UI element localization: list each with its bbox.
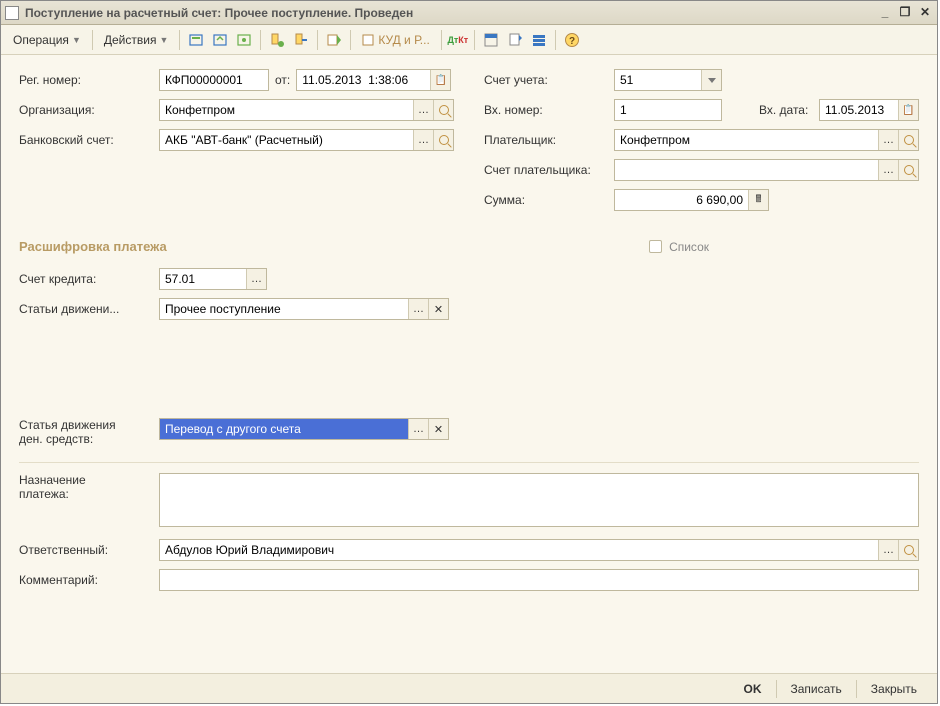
move-field[interactable]: … ✕ — [159, 298, 449, 320]
toolbar-btn-7[interactable] — [480, 29, 502, 51]
calculator-icon[interactable]: 🖩 — [748, 190, 768, 210]
ellipsis-icon[interactable]: … — [246, 269, 266, 289]
close-window-button[interactable]: ✕ — [917, 6, 933, 20]
dds-field[interactable]: … ✕ — [159, 418, 449, 440]
responsible-field[interactable]: … — [159, 539, 919, 561]
payer-label: Плательщик: — [484, 133, 614, 147]
toolbar-btn-1[interactable] — [185, 29, 207, 51]
title-bar: Поступление на расчетный счет: Прочее по… — [1, 1, 937, 25]
in-no-field[interactable] — [614, 99, 722, 121]
minimize-button[interactable]: _ — [877, 6, 893, 20]
toolbar-btn-5[interactable] — [290, 29, 312, 51]
credit-field[interactable]: … — [159, 268, 267, 290]
ellipsis-icon[interactable]: … — [413, 130, 433, 150]
credit-label: Счет кредита: — [19, 272, 159, 286]
search-icon[interactable] — [433, 130, 453, 150]
toolbar-btn-6[interactable] — [323, 29, 345, 51]
comment-field[interactable] — [159, 569, 919, 591]
ellipsis-icon[interactable]: … — [408, 419, 428, 439]
dds-label: Статья движения ден. средств: — [19, 418, 159, 446]
maximize-button[interactable]: ❐ — [897, 6, 913, 20]
actions-menu[interactable]: Действия▼ — [98, 30, 175, 50]
account-field[interactable] — [614, 69, 722, 91]
dropdown-icon[interactable] — [701, 70, 721, 90]
ellipsis-icon[interactable]: … — [878, 130, 898, 150]
ellipsis-icon[interactable]: … — [413, 100, 433, 120]
datetime-field[interactable]: 📋 — [296, 69, 451, 91]
svg-text:?: ? — [569, 36, 575, 47]
calendar-icon[interactable]: 📋 — [430, 70, 450, 90]
ellipsis-icon[interactable]: … — [408, 299, 428, 319]
sum-label: Сумма: — [484, 193, 614, 207]
sum-field[interactable]: 🖩 — [614, 189, 769, 211]
payer-acct-label: Счет плательщика: — [484, 163, 614, 177]
search-icon[interactable] — [898, 130, 918, 150]
search-icon[interactable] — [898, 540, 918, 560]
operation-menu[interactable]: Операция▼ — [7, 30, 87, 50]
ellipsis-icon[interactable]: … — [878, 540, 898, 560]
reg-number-field[interactable] — [159, 69, 269, 91]
purpose-field[interactable] — [159, 473, 919, 527]
clear-icon[interactable]: ✕ — [428, 419, 448, 439]
from-label: от: — [275, 73, 290, 87]
purpose-label: Назначение платежа: — [19, 473, 159, 501]
search-icon[interactable] — [898, 160, 918, 180]
bank-field[interactable]: … — [159, 129, 454, 151]
document-icon — [5, 6, 19, 20]
clear-icon[interactable]: ✕ — [428, 299, 448, 319]
toolbar-dtkt-icon[interactable]: ДтКт — [447, 29, 469, 51]
section-title: Расшифровка платежа — [19, 239, 167, 254]
comment-label: Комментарий: — [19, 573, 159, 587]
payer-acct-field[interactable]: … — [614, 159, 919, 181]
kudir-button[interactable]: КУД и Р... — [356, 30, 435, 50]
toolbar-btn-3[interactable] — [233, 29, 255, 51]
calendar-icon[interactable]: 📋 — [898, 100, 918, 120]
search-icon[interactable] — [433, 100, 453, 120]
payer-field[interactable]: … — [614, 129, 919, 151]
ok-button[interactable]: OK — [734, 679, 772, 699]
close-button[interactable]: Закрыть — [861, 679, 927, 699]
toolbar-btn-9[interactable] — [528, 29, 550, 51]
org-field[interactable]: … — [159, 99, 454, 121]
responsible-label: Ответственный: — [19, 543, 159, 557]
in-date-field[interactable]: 📋 — [819, 99, 919, 121]
help-icon[interactable]: ? — [561, 29, 583, 51]
window-title: Поступление на расчетный счет: Прочее по… — [25, 6, 413, 20]
toolbar-btn-2[interactable] — [209, 29, 231, 51]
footer-bar: OK Записать Закрыть — [1, 673, 937, 703]
in-no-label: Вх. номер: — [484, 103, 614, 117]
toolbar-btn-4[interactable] — [266, 29, 288, 51]
org-label: Организация: — [19, 103, 159, 117]
form-content: Рег. номер: от: 📋 Организация: … — [1, 55, 937, 673]
ellipsis-icon[interactable]: … — [878, 160, 898, 180]
toolbar: Операция▼ Действия▼ КУД и Р... — [1, 25, 937, 55]
in-date-label: Вх. дата: — [759, 103, 819, 117]
bank-label: Банковский счет: — [19, 133, 159, 147]
save-button[interactable]: Записать — [781, 679, 852, 699]
main-window: Поступление на расчетный счет: Прочее по… — [0, 0, 938, 704]
account-label: Счет учета: — [484, 73, 614, 87]
toolbar-btn-8[interactable] — [504, 29, 526, 51]
reg-number-label: Рег. номер: — [19, 73, 159, 87]
list-checkbox[interactable]: Список — [645, 237, 709, 256]
move-label: Статьи движени... — [19, 302, 159, 316]
